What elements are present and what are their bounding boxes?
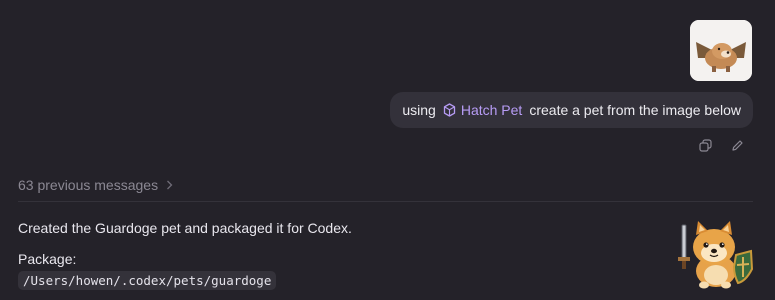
previous-messages-toggle[interactable]: 63 previous messages — [18, 177, 173, 193]
package-path-code[interactable]: /Users/howen/.codex/pets/guardoge — [18, 271, 277, 290]
cube-icon — [443, 103, 456, 117]
previous-messages-label: 63 previous messages — [18, 177, 159, 193]
chat-thread: using Hatch Pet create a pet from the im… — [0, 0, 775, 300]
dog-photo-image — [690, 20, 752, 81]
copy-icon[interactable] — [697, 137, 713, 153]
edit-icon[interactable] — [729, 137, 745, 153]
skill-mention-chip[interactable]: Hatch Pet — [443, 102, 522, 118]
user-message-bubble: using Hatch Pet create a pet from the im… — [390, 92, 753, 128]
skill-name: Hatch Pet — [460, 102, 523, 118]
attached-image-thumbnail[interactable] — [690, 20, 752, 81]
message-prefix: using — [402, 102, 436, 118]
guardoge-pet-icon — [676, 215, 756, 293]
message-actions — [697, 137, 745, 153]
divider — [18, 201, 753, 202]
chevron-right-icon — [166, 180, 173, 190]
assistant-summary: Created the Guardoge pet and packaged it… — [18, 220, 352, 236]
package-label: Package: — [18, 251, 77, 267]
message-text: create a pet from the image below — [529, 102, 741, 118]
